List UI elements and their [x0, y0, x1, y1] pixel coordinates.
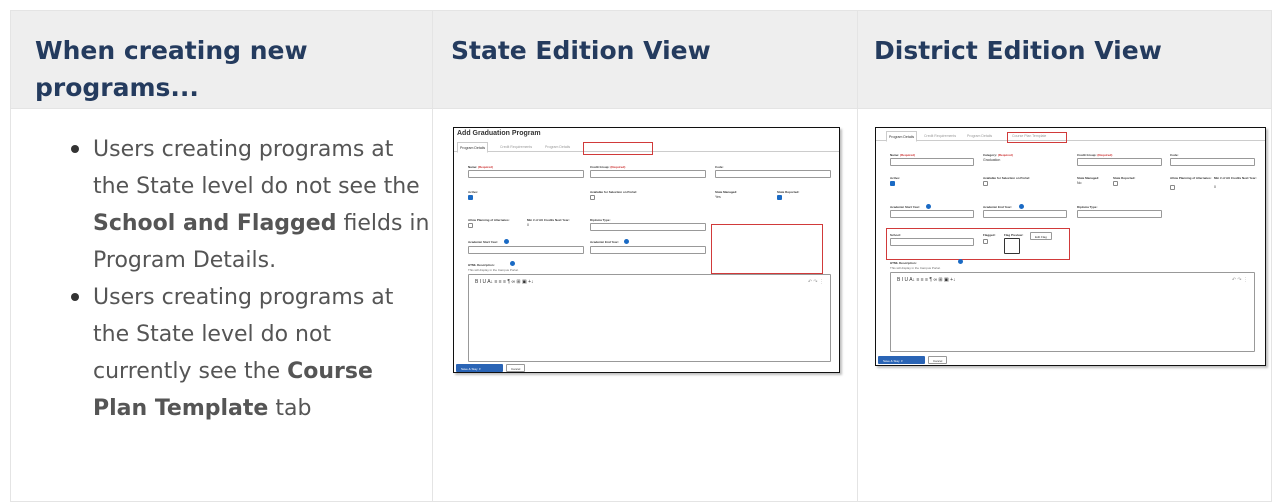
- state-reported-label: State Reported:: [777, 190, 800, 194]
- bullet-icon: [71, 145, 79, 153]
- state-managed-label: State Managed:: [1077, 176, 1100, 180]
- editor-undo-redo[interactable]: ↶ ↷ ⋮: [808, 279, 824, 285]
- cancel-button[interactable]: Cancel: [506, 364, 526, 372]
- school-label: School:: [890, 233, 901, 237]
- available-label: Available for Selection on Portal:: [590, 190, 637, 194]
- edit-flag-button[interactable]: Edit Flag: [1030, 232, 1052, 240]
- flag-preview-label: Flag Preview:: [1004, 233, 1024, 237]
- code-label: Code:: [715, 165, 724, 169]
- tab-program-details[interactable]: Program Details: [886, 131, 918, 142]
- tab-credit-requirements[interactable]: Credit Requirements: [924, 134, 956, 138]
- school-select[interactable]: [890, 238, 974, 246]
- state-edition-screenshot: Add Graduation Program Program Details C…: [453, 127, 840, 373]
- end-year-label: Academic End Year:: [983, 205, 1012, 209]
- info-icon[interactable]: [510, 261, 515, 266]
- state-reported-checkbox[interactable]: [1113, 181, 1118, 186]
- min-credits-label: Min # of Alt Credits Next Year:: [527, 218, 570, 222]
- end-year-select[interactable]: [983, 210, 1067, 218]
- bullet-cell: Users creating programs at the State lev…: [10, 108, 433, 502]
- info-icon[interactable]: [1019, 204, 1024, 209]
- tab-program-details-2[interactable]: Program Details: [545, 145, 570, 149]
- available-checkbox[interactable]: [983, 181, 988, 186]
- html-description-label: HTML Description:: [468, 263, 495, 267]
- state-managed-value: Yes: [715, 195, 721, 199]
- code-input[interactable]: [1170, 158, 1255, 166]
- name-input[interactable]: [890, 158, 974, 166]
- category-label: Category: (Required): [983, 153, 1013, 157]
- html-description-note: This will display in the Campus Portal.: [468, 268, 519, 272]
- editor-undo-redo[interactable]: ↶ ↷ ⋮: [1232, 277, 1248, 283]
- name-label: Name: (Required): [468, 165, 494, 169]
- end-year-label: Academic End Year:: [590, 240, 619, 244]
- credit-group-select[interactable]: [1077, 158, 1162, 166]
- code-label: Code:: [1170, 153, 1179, 157]
- dialog-title: Add Graduation Program: [457, 130, 541, 137]
- info-icon[interactable]: [926, 204, 931, 209]
- allow-planning-label: Allow Planning of Alternates:: [468, 218, 510, 222]
- credit-group-select[interactable]: [590, 170, 706, 178]
- tab-program-details-2[interactable]: Program Details: [967, 134, 992, 138]
- html-description-label: HTML Description:: [890, 261, 917, 265]
- state-reported-label: State Reported:: [1113, 176, 1136, 180]
- active-checkbox[interactable]: [890, 181, 895, 186]
- available-label: Available for Selection on Portal:: [983, 176, 1030, 180]
- html-editor[interactable]: B I U A↓ ≡ ≡ ≡ ¶ ∞ ⊞ ▣ +↓ ↶ ↷ ⋮: [468, 274, 831, 362]
- tab-credit-requirements[interactable]: Credit Requirements: [500, 145, 532, 149]
- district-edition-screenshot: Program Details Credit Requirements Prog…: [875, 127, 1266, 366]
- name-input[interactable]: [468, 170, 584, 178]
- tab-bar: Program Details Credit Requirements Prog…: [876, 131, 1265, 142]
- info-icon[interactable]: [504, 239, 509, 244]
- highlight-missing-tab: [583, 142, 653, 155]
- info-icon[interactable]: [958, 259, 963, 264]
- editor-toolbar[interactable]: B I U A↓ ≡ ≡ ≡ ¶ ∞ ⊞ ▣ +↓: [897, 277, 956, 283]
- flagged-label: Flagged:: [983, 233, 996, 237]
- end-year-select[interactable]: [590, 246, 706, 254]
- start-year-select[interactable]: [890, 210, 974, 218]
- min-credits-value: 0: [1214, 185, 1216, 189]
- save-stay-button[interactable]: Save & Stay ▾: [456, 364, 503, 372]
- html-description-note: This will display in the Campus Portal.: [890, 266, 941, 270]
- active-label: Active:: [890, 176, 901, 180]
- allow-planning-label: Allow Planning of Alternates:: [1170, 176, 1212, 180]
- active-label: Active:: [468, 190, 479, 194]
- flag-preview: [1004, 238, 1020, 254]
- start-year-select[interactable]: [468, 246, 584, 254]
- min-credits-value: 0: [527, 223, 529, 227]
- diploma-type-label: Diploma Type:: [1077, 205, 1098, 209]
- active-checkbox[interactable]: [468, 195, 473, 200]
- list-item: Users creating programs at the State lev…: [71, 279, 432, 427]
- header-when-creating: When creating new programs...: [10, 10, 433, 109]
- bullet-list: Users creating programs at the State lev…: [71, 131, 432, 427]
- name-label: Name: (Required): [890, 153, 916, 157]
- bullet-icon: [71, 293, 79, 301]
- allow-planning-checkbox[interactable]: [468, 223, 473, 228]
- code-input[interactable]: [715, 170, 831, 178]
- diploma-type-select[interactable]: [1077, 210, 1162, 218]
- state-reported-checkbox[interactable]: [777, 195, 782, 200]
- category-value: Graduation: [983, 158, 1001, 162]
- start-year-label: Academic Start Year:: [890, 205, 920, 209]
- diploma-type-label: Diploma Type:: [590, 218, 611, 222]
- list-item: Users creating programs at the State lev…: [71, 131, 432, 279]
- credit-group-label: Credit Group: (Required): [1077, 153, 1113, 157]
- highlight-course-plan-tab: [1007, 132, 1067, 143]
- credit-group-label: Credit Group: (Required): [590, 165, 626, 169]
- header-district-edition: District Edition View: [857, 10, 1272, 109]
- header-state-edition: State Edition View: [432, 10, 858, 109]
- cancel-button[interactable]: Cancel: [928, 356, 948, 364]
- diploma-type-select[interactable]: [590, 223, 706, 231]
- save-stay-button[interactable]: Save & Stay ▾: [878, 356, 925, 364]
- html-editor[interactable]: B I U A↓ ≡ ≡ ≡ ¶ ∞ ⊞ ▣ +↓ ↶ ↷ ⋮: [890, 272, 1255, 352]
- flagged-checkbox[interactable]: [983, 239, 988, 244]
- highlight-missing-fields: [711, 224, 823, 274]
- info-icon[interactable]: [624, 239, 629, 244]
- start-year-label: Academic Start Year:: [468, 240, 498, 244]
- allow-planning-checkbox[interactable]: [1170, 185, 1175, 190]
- min-credits-label: Min # of Alt Credits Next Year:: [1214, 176, 1257, 180]
- editor-toolbar[interactable]: B I U A↓ ≡ ≡ ≡ ¶ ∞ ⊞ ▣ +↓: [475, 279, 534, 285]
- state-managed-label: State Managed:: [715, 190, 738, 194]
- tab-program-details[interactable]: Program Details: [457, 142, 489, 153]
- state-managed-value: No: [1077, 181, 1082, 185]
- available-checkbox[interactable]: [590, 195, 595, 200]
